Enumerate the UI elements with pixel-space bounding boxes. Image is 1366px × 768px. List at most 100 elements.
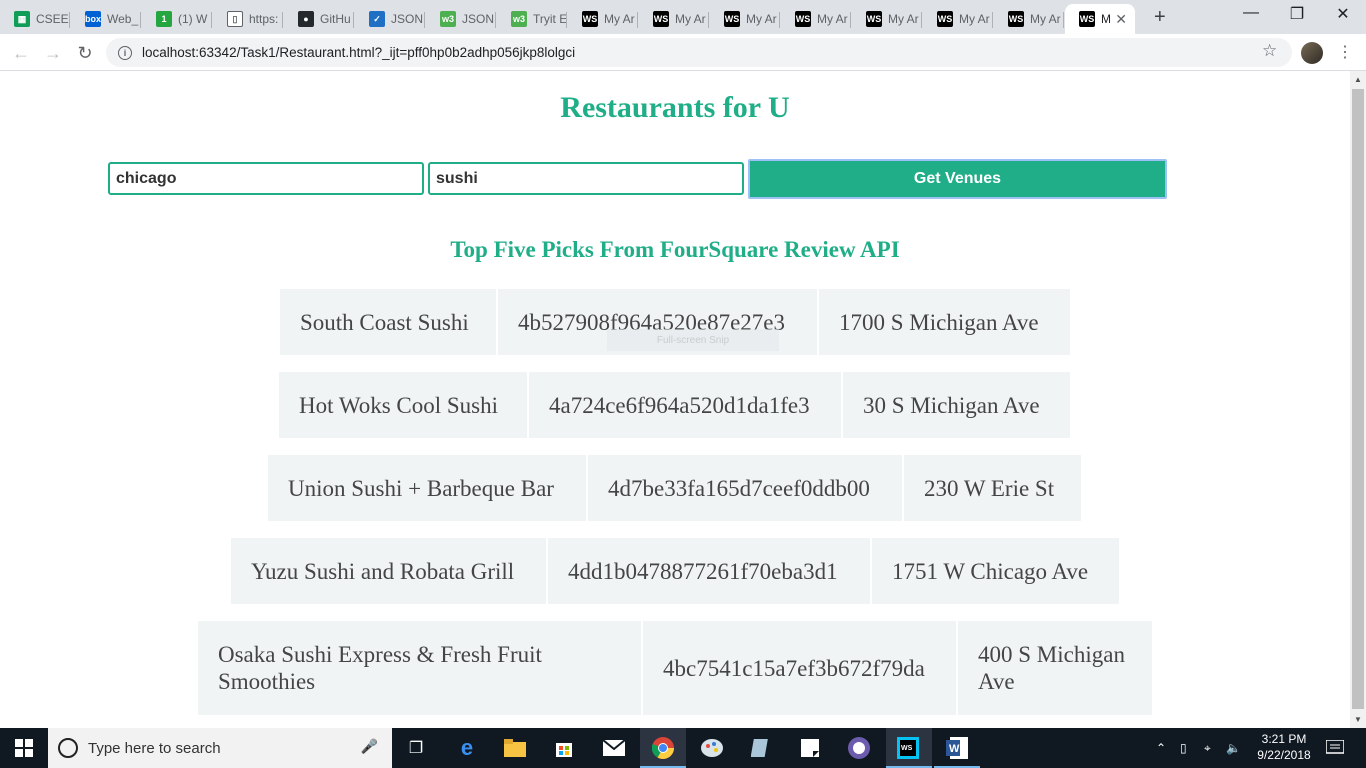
- browser-tab[interactable]: WS My Ar: [568, 4, 638, 34]
- venue-row: Union Sushi + Barbeque Bar 4d7be33fa165d…: [268, 455, 1081, 521]
- get-venues-button[interactable]: Get Venues: [748, 159, 1167, 199]
- ws-icon: WS: [795, 11, 811, 27]
- box-icon: box: [85, 11, 101, 27]
- tab-close-icon[interactable]: ✕: [1115, 11, 1127, 28]
- browser-tab[interactable]: ✓ JSON: [355, 4, 425, 34]
- snip-overlay[interactable]: Full-screen Snip: [607, 329, 779, 351]
- ws-icon: WS: [937, 11, 953, 27]
- browser-tab[interactable]: box Web_: [71, 4, 141, 34]
- tab-separator: [779, 12, 780, 28]
- city-input[interactable]: chicago: [108, 162, 424, 195]
- tab-label: My Ar: [675, 12, 706, 26]
- browser-tab[interactable]: ● GitHu: [284, 4, 354, 34]
- query-input[interactable]: sushi: [428, 162, 744, 195]
- purple-app-icon[interactable]: [847, 736, 871, 760]
- scrollbar-thumb[interactable]: [1352, 89, 1364, 709]
- file-explorer-icon[interactable]: [503, 736, 527, 760]
- tab-label: My Ar: [888, 12, 919, 26]
- address-bar[interactable]: i localhost:63342/Task1/Restaurant.html?…: [106, 38, 1292, 67]
- bookmark-star-icon[interactable]: ☆: [1262, 41, 1277, 61]
- venue-name: South Coast Sushi: [280, 289, 496, 355]
- venue-row: Osaka Sushi Express & Fresh Fruit Smooth…: [198, 621, 1152, 715]
- browser-tab[interactable]: WS My Ar: [852, 4, 922, 34]
- w3-icon: w3: [511, 11, 527, 27]
- ws-icon: WS: [1079, 11, 1095, 27]
- venue-row: Hot Woks Cool Sushi 4a724ce6f964a520d1da…: [279, 372, 1070, 438]
- venue-id: 4dd1b0478877261f70eba3d1: [548, 538, 870, 604]
- store-icon[interactable]: [552, 736, 576, 760]
- paint-icon[interactable]: [700, 736, 724, 760]
- venue-row: Yuzu Sushi and Robata Grill 4dd1b0478877…: [231, 538, 1119, 604]
- notes-app-icon[interactable]: [749, 736, 773, 760]
- cortana-icon: [58, 738, 78, 758]
- browser-tab[interactable]: WS My Ar: [710, 4, 780, 34]
- taskbar-search[interactable]: Type here to search 🎤: [48, 728, 392, 768]
- new-tab-button[interactable]: +: [1154, 6, 1166, 29]
- browser-tab[interactable]: WS My Ar: [923, 4, 993, 34]
- volume-icon[interactable]: 🔈: [1226, 741, 1248, 755]
- tab-separator: [282, 12, 283, 28]
- tab-separator: [140, 12, 141, 28]
- edge-icon[interactable]: e: [455, 735, 479, 760]
- tab-active[interactable]: WS M ✕: [1065, 4, 1135, 34]
- browser-tab[interactable]: w3 JSON: [426, 4, 496, 34]
- windows-start-icon[interactable]: [12, 736, 36, 760]
- tab-separator: [353, 12, 354, 28]
- page-icon: ▯: [227, 11, 243, 27]
- browser-tab[interactable]: w3 Tryit E: [497, 4, 567, 34]
- sticky-notes-icon[interactable]: [798, 736, 822, 760]
- battery-icon[interactable]: ▯: [1180, 741, 1204, 755]
- restore-icon[interactable]: ❐: [1274, 4, 1320, 24]
- venue-address: 30 S Michigan Ave: [843, 372, 1070, 438]
- tab-separator: [921, 12, 922, 28]
- one-icon: 1: [156, 11, 172, 27]
- forward-icon[interactable]: →: [40, 40, 66, 66]
- back-icon[interactable]: ←: [8, 40, 34, 66]
- browser-tab[interactable]: ▦ CSEE: [0, 4, 70, 34]
- browser-tab[interactable]: WS My Ar: [639, 4, 709, 34]
- browser-tab[interactable]: 1 (1) W: [142, 4, 212, 34]
- tab-separator: [637, 12, 638, 28]
- tab-label: My Ar: [1030, 12, 1061, 26]
- venue-name: Yuzu Sushi and Robata Grill: [231, 538, 546, 604]
- close-window-icon[interactable]: ✕: [1320, 4, 1366, 24]
- word-icon[interactable]: W: [945, 736, 969, 760]
- profile-avatar[interactable]: [1301, 42, 1323, 64]
- task-view-icon[interactable]: ❐: [404, 736, 428, 760]
- taskbar-clock[interactable]: 3:21 PM 9/22/2018: [1252, 731, 1316, 763]
- minimize-icon[interactable]: —: [1228, 4, 1274, 22]
- browser-tab[interactable]: ▯ https:: [213, 4, 283, 34]
- tab-separator: [992, 12, 993, 28]
- webstorm-icon[interactable]: WS: [896, 736, 920, 760]
- chrome-icon[interactable]: [651, 736, 675, 760]
- mail-icon[interactable]: [602, 736, 626, 760]
- info-icon[interactable]: i: [118, 45, 132, 60]
- ws-icon: WS: [1008, 11, 1024, 27]
- tab-label: Web_: [107, 12, 139, 26]
- sheets-icon: ▦: [14, 11, 30, 27]
- more-menu-icon[interactable]: ⋮: [1337, 42, 1353, 62]
- microphone-icon[interactable]: 🎤: [361, 738, 378, 755]
- tab-separator: [1063, 12, 1064, 28]
- scroll-down-icon[interactable]: ▼: [1354, 715, 1362, 724]
- wifi-icon[interactable]: ⌖: [1204, 741, 1226, 756]
- action-center-icon[interactable]: [1323, 736, 1347, 760]
- results-heading: Top Five Picks From FourSquare Review AP…: [450, 237, 900, 262]
- reload-icon[interactable]: ↻: [72, 40, 98, 66]
- show-hidden-icons-icon[interactable]: ⌃: [1156, 741, 1174, 755]
- svg-text:W: W: [949, 743, 960, 755]
- clock-date: 9/22/2018: [1257, 748, 1311, 762]
- w3-icon: w3: [440, 11, 456, 27]
- tab-separator: [211, 12, 212, 28]
- ws-icon: WS: [582, 11, 598, 27]
- scroll-up-icon[interactable]: ▲: [1354, 75, 1362, 84]
- venue-address: 230 W Erie St: [904, 455, 1081, 521]
- taskbar-search-placeholder: Type here to search: [88, 739, 221, 757]
- browser-tab[interactable]: WS My Ar: [994, 4, 1064, 34]
- tab-label: CSEE: [36, 12, 69, 26]
- tab-separator: [708, 12, 709, 28]
- page-scrollbar[interactable]: ▲ ▼: [1350, 71, 1366, 728]
- tab-separator: [566, 12, 567, 28]
- browser-tab[interactable]: WS My Ar: [781, 4, 851, 34]
- tab-label: My Ar: [959, 12, 990, 26]
